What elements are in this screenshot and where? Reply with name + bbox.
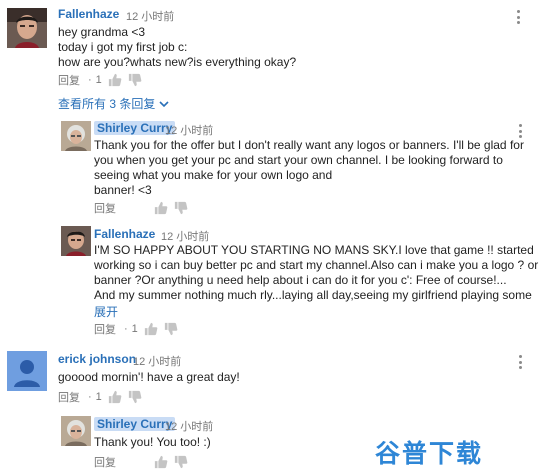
reply-button[interactable]: 回复: [94, 200, 116, 216]
more-options-icon[interactable]: [517, 10, 521, 24]
comment-timestamp[interactable]: 12 小时前: [133, 353, 181, 369]
comment-actions: 回复 · 1: [58, 73, 142, 87]
user-photo-avatar[interactable]: [61, 416, 91, 446]
like-count: 1: [131, 323, 138, 335]
separator-dot: ·: [88, 74, 92, 86]
thumb-up-icon[interactable]: [144, 322, 158, 336]
reply-button[interactable]: 回复: [58, 72, 80, 88]
reply-timestamp[interactable]: 12 小时前: [161, 228, 209, 244]
chevron-down-icon: [159, 100, 169, 107]
reply-button[interactable]: 回复: [58, 389, 80, 405]
comment-timestamp[interactable]: 12 小时前: [126, 8, 174, 24]
reply-button[interactable]: 回复: [94, 454, 116, 470]
thumb-up-icon[interactable]: [154, 455, 168, 469]
reply-text: I'M SO HAPPY ABOUT YOU STARTING NO MANS …: [94, 243, 539, 302]
separator-dot: ·: [88, 391, 92, 403]
reply-actions: 回复: [94, 455, 188, 469]
more-options-icon[interactable]: [519, 355, 523, 369]
comment-actions: 回复 · 1: [58, 390, 142, 404]
reply-button[interactable]: 回复: [94, 321, 116, 337]
thumb-down-icon[interactable]: [174, 455, 188, 469]
thumb-up-icon[interactable]: [108, 73, 122, 87]
comment-text: hey grandma <3 today i got my first job …: [58, 25, 297, 69]
like-count: 1: [95, 391, 102, 403]
like-count: 1: [95, 74, 102, 86]
reply-actions: 回复 · 1: [94, 322, 178, 336]
reply-actions: 回复: [94, 201, 188, 215]
reply-author[interactable]: Fallenhaze: [94, 227, 155, 241]
default-user-avatar[interactable]: [7, 351, 47, 391]
reply-text: Thank you for the offer but I don't real…: [94, 138, 524, 197]
more-options-icon[interactable]: [519, 124, 523, 138]
comment-author[interactable]: Fallenhaze: [58, 7, 119, 21]
thumb-down-icon[interactable]: [174, 201, 188, 215]
show-more-link[interactable]: 展开: [94, 303, 118, 320]
comment-author[interactable]: erick johnson: [58, 352, 136, 366]
reply-text: Thank you! You too! :): [94, 435, 211, 449]
user-photo-avatar[interactable]: [61, 121, 91, 151]
reply-author[interactable]: Shirley Curry: [94, 417, 176, 431]
user-photo-avatar[interactable]: [61, 226, 91, 256]
comment-text: gooood mornin'! have a great day!: [58, 370, 240, 384]
thumb-up-icon[interactable]: [154, 201, 168, 215]
thumb-down-icon[interactable]: [128, 390, 142, 404]
separator-dot: ·: [124, 323, 128, 335]
thumb-down-icon[interactable]: [128, 73, 142, 87]
user-photo-avatar[interactable]: [7, 8, 47, 48]
reply-timestamp[interactable]: 12 小时前: [165, 122, 213, 138]
view-replies-label[interactable]: 查看所有 3 条回复: [58, 95, 155, 112]
reply-timestamp[interactable]: 12 小时前: [165, 418, 213, 434]
thumb-up-icon[interactable]: [108, 390, 122, 404]
view-replies-link[interactable]: 查看所有 3 条回复: [58, 95, 169, 112]
reply-author[interactable]: Shirley Curry: [94, 121, 176, 135]
site-watermark: 谷普下载: [375, 439, 484, 468]
thumb-down-icon[interactable]: [164, 322, 178, 336]
